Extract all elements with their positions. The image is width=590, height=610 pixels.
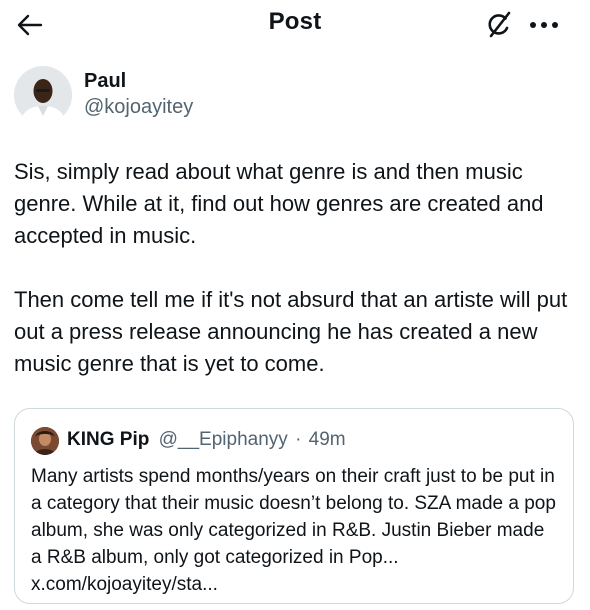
quoted-post-card[interactable]: KING Pip @__Epiphanyy · 49m Many artists…	[14, 408, 574, 604]
grok-button[interactable]	[482, 8, 516, 42]
quoted-post-time: 49m	[308, 429, 346, 450]
top-bar: Post	[0, 0, 590, 48]
quoted-author-name: KING Pip	[67, 429, 150, 450]
more-horizontal-icon	[530, 22, 558, 28]
author-handle[interactable]: @kojoayitey	[84, 96, 193, 119]
author-avatar[interactable]	[14, 66, 72, 124]
post-text: Sis, simply read about what genre is and…	[14, 156, 574, 380]
grok-icon	[488, 11, 511, 38]
more-button[interactable]	[524, 8, 564, 42]
post-paragraph: Then come tell me if it's not absurd tha…	[14, 287, 568, 376]
quoted-avatar-image	[31, 427, 59, 455]
author-name[interactable]: Paul	[84, 70, 126, 93]
separator-dot: ·	[295, 429, 302, 450]
avatar-image	[14, 66, 72, 124]
quoted-post-text: Many artists spend months/years on their…	[31, 466, 556, 595]
quoted-post-header: KING Pip @__Epiphanyy · 49m	[67, 429, 346, 451]
post-paragraph: Sis, simply read about what genre is and…	[14, 159, 544, 248]
quoted-author-handle: @__Epiphanyy	[158, 429, 288, 450]
quoted-author-avatar	[31, 427, 59, 455]
post-page: Post Paul @kojoayitey Sis, simply read a	[0, 0, 590, 610]
